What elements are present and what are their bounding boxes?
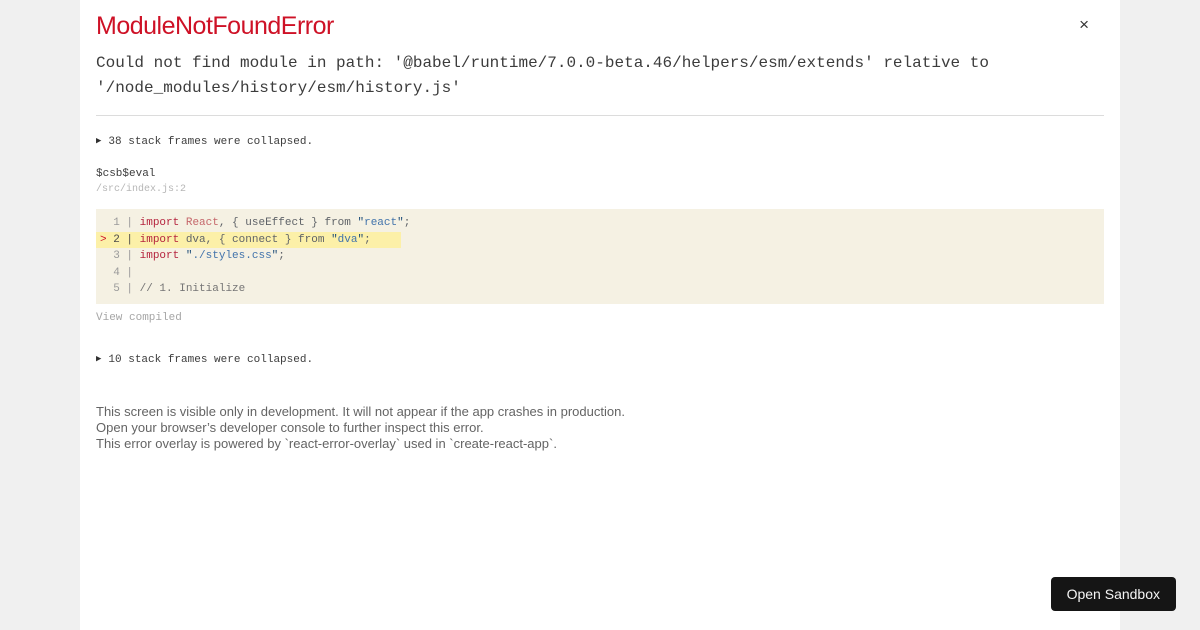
stack-frames-collapsed-top[interactable]: ▶ 38 stack frames were collapsed. [96, 134, 1104, 150]
code-line-marked: > 2 | import dva, { connect } from "dva"… [96, 231, 1104, 248]
code-line: 4 | [106, 266, 134, 279]
close-icon[interactable]: × [1079, 16, 1089, 33]
expand-triangle-icon: ▶ [96, 353, 102, 364]
error-overlay-header: ModuleNotFoundError × [96, 12, 1104, 40]
error-overlay: ModuleNotFoundError × Could not find mod… [80, 0, 1120, 630]
expand-triangle-icon: ▶ [96, 136, 102, 146]
divider [96, 115, 1104, 116]
stack-frame: $csb$eval /src/index.js:2 [96, 167, 1104, 196]
footer-note-powered-by: This error overlay is powered by `react-… [96, 436, 557, 452]
footer-notes: This screen is visible only in developme… [96, 404, 1104, 453]
stack-frame-function: $csb$eval [96, 168, 156, 180]
footer-note-console: Open your browser’s developer console to… [96, 419, 484, 435]
code-frame: 1 | import React, { useEffect } from "re… [96, 209, 1104, 304]
stack-frames-collapsed-top-label: 38 stack frames were collapsed. [108, 136, 314, 148]
stack-frames-collapsed-bottom-label: 10 stack frames were collapsed. [108, 353, 314, 366]
error-message: Could not find module in path: '@babel/r… [96, 54, 999, 97]
code-line: 3 | import "./styles.css"; [106, 250, 285, 262]
footer-note-development: This screen is visible only in developme… [96, 403, 625, 419]
stack-frame-location: /src/index.js:2 [96, 184, 187, 195]
code-line: 1 | import React, { useEffect } from "re… [106, 217, 411, 229]
code-line: 5 | // 1. Initialize [106, 283, 246, 295]
open-sandbox-button[interactable]: Open Sandbox [1050, 577, 1176, 611]
stack-frames-collapsed-bottom[interactable]: ▶ 10 stack frames were collapsed. [96, 352, 1104, 368]
error-title: ModuleNotFoundError [96, 12, 334, 40]
view-compiled-link[interactable]: View compiled [96, 311, 182, 325]
